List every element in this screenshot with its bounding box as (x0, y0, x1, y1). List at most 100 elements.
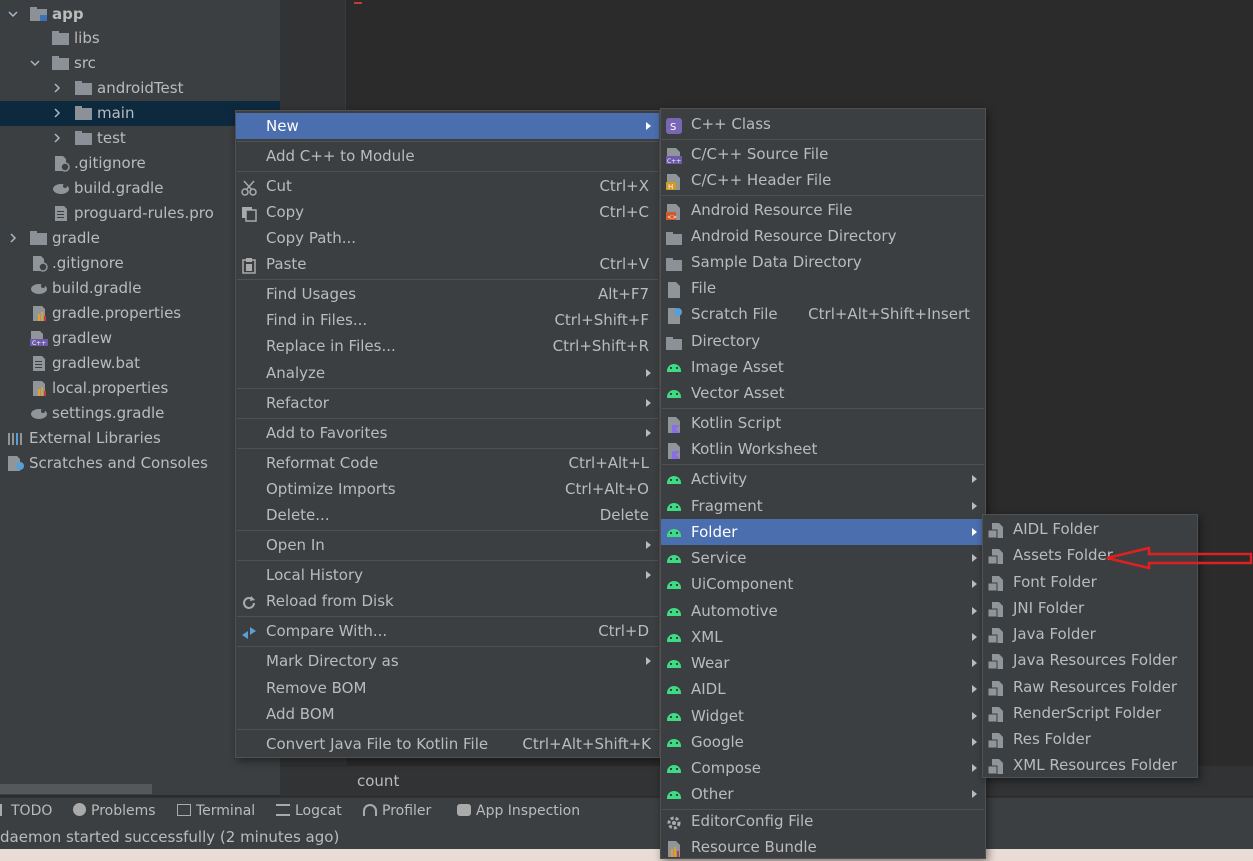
menu-item-vector-asset[interactable]: Vector Asset (661, 380, 985, 406)
menu-label: Remove BOM (266, 679, 367, 697)
menu-item-open-in[interactable]: Open In (236, 532, 659, 558)
menu-item-wear[interactable]: Wear (661, 650, 985, 676)
chevron-down-icon[interactable] (30, 58, 40, 68)
menu-item-other[interactable]: Other (661, 781, 985, 807)
menu-item-widget[interactable]: Widget (661, 703, 985, 729)
gradle-icon (52, 180, 70, 197)
submenu-arrow-icon (646, 571, 651, 579)
problems-tab[interactable]: Problems (73, 803, 156, 819)
tree-item-libs[interactable]: libs (0, 26, 280, 51)
menu-item-folder[interactable]: Folder (661, 519, 985, 545)
menu-item-refactor[interactable]: Refactor (236, 390, 659, 416)
menu-item-fragment[interactable]: Fragment (661, 493, 985, 519)
menu-item-res-folder[interactable]: Res Folder (983, 726, 1197, 752)
menu-item-scratch-file[interactable]: Scratch File Ctrl+Alt+Shift+Insert (661, 301, 985, 327)
menu-item-raw-resources-folder[interactable]: Raw Resources Folder (983, 674, 1197, 700)
menu-item-aidl[interactable]: AIDL (661, 676, 985, 702)
menu-shortcut: Ctrl+Shift+F (554, 311, 649, 329)
menu-label: AIDL (691, 680, 726, 698)
menu-item-remove-bom[interactable]: Remove BOM (236, 675, 659, 701)
terminal-tab[interactable]: Terminal (177, 803, 255, 819)
android-icon (666, 550, 682, 566)
menu-item-android-resource-file[interactable]: <> Android Resource File (661, 197, 985, 223)
menu-item-convert-to-kotlin[interactable]: Convert Java File to Kotlin File Ctrl+Alt… (236, 731, 659, 757)
menu-item-copy-path[interactable]: Copy Path... (236, 225, 659, 251)
menu-item-optimize-imports[interactable]: Optimize Imports Ctrl+Alt+O (236, 476, 659, 502)
horizontal-scrollbar[interactable] (0, 784, 152, 794)
menu-item-java-folder[interactable]: Java Folder (983, 621, 1197, 647)
kotlin-file-icon (666, 415, 682, 433)
menu-item-file[interactable]: File (661, 275, 985, 301)
menu-item-android-resource-directory[interactable]: Android Resource Directory (661, 223, 985, 249)
menu-item-xml-resources-folder[interactable]: XML Resources Folder (983, 752, 1197, 778)
menu-item-aidl-folder[interactable]: AIDL Folder (983, 516, 1197, 542)
menu-item-activity[interactable]: Activity (661, 466, 985, 492)
tree-label: gradle (52, 229, 100, 247)
chevron-right-icon[interactable] (52, 133, 62, 143)
menu-item-kotlin-script[interactable]: Kotlin Script (661, 410, 985, 436)
menu-item-xml[interactable]: XML (661, 624, 985, 650)
menu-item-reformat-code[interactable]: Reformat Code Ctrl+Alt+L (236, 450, 659, 476)
logcat-tab[interactable]: Logcat (276, 803, 342, 819)
gradle-icon (30, 280, 48, 297)
profiler-icon (363, 804, 377, 816)
menu-item-font-folder[interactable]: Font Folder (983, 569, 1197, 595)
menu-item-sample-data-directory[interactable]: Sample Data Directory (661, 249, 985, 275)
todo-tab[interactable]: TODO (0, 803, 52, 819)
app-inspection-tab[interactable]: App Inspection (457, 803, 580, 819)
chevron-right-icon[interactable] (8, 233, 18, 243)
menu-label: Analyze (266, 364, 326, 382)
menu-label: Sample Data Directory (691, 253, 862, 271)
submenu-arrow-icon (646, 657, 651, 665)
menu-label: Kotlin Worksheet (691, 440, 818, 458)
menu-item-cpp-header[interactable]: H C/C++ Header File (661, 167, 985, 193)
menu-item-service[interactable]: Service (661, 545, 985, 571)
breadcrumb-text[interactable]: count (357, 772, 399, 790)
menu-item-jni-folder[interactable]: JNI Folder (983, 595, 1197, 621)
menu-item-image-asset[interactable]: Image Asset (661, 354, 985, 380)
menu-item-compare-with[interactable]: Compare With... Ctrl+D (236, 618, 659, 644)
menu-item-java-resources-folder[interactable]: Java Resources Folder (983, 647, 1197, 673)
menu-item-local-history[interactable]: Local History (236, 562, 659, 588)
tree-item-src[interactable]: src (0, 51, 280, 76)
menu-item-add-bom[interactable]: Add BOM (236, 701, 659, 727)
menu-item-compose[interactable]: Compose (661, 755, 985, 781)
chevron-right-icon[interactable] (52, 108, 62, 118)
menu-item-find-usages[interactable]: Find Usages Alt+F7 (236, 281, 659, 307)
menu-item-google[interactable]: Google (661, 729, 985, 755)
menu-separator (662, 408, 984, 409)
tree-item-app[interactable]: app (0, 2, 280, 27)
menu-item-analyze[interactable]: Analyze (236, 360, 659, 386)
menu-item-add-to-favorites[interactable]: Add to Favorites (236, 420, 659, 446)
tree-item-androidtest[interactable]: androidTest (0, 76, 280, 101)
menu-item-mark-directory[interactable]: Mark Directory as (236, 648, 659, 674)
menu-item-cpp-source[interactable]: C++ C/C++ Source File (661, 141, 985, 167)
menu-item-replace-in-files[interactable]: Replace in Files... Ctrl+Shift+R (236, 333, 659, 359)
menu-item-kotlin-worksheet[interactable]: Kotlin Worksheet (661, 436, 985, 462)
menu-item-find-in-files[interactable]: Find in Files... Ctrl+Shift+F (236, 307, 659, 333)
menu-item-add-cpp[interactable]: Add C++ to Module (236, 143, 659, 169)
menu-item-reload-from-disk[interactable]: Reload from Disk (236, 588, 659, 614)
chevron-right-icon[interactable] (52, 83, 62, 93)
menu-item-cpp-class[interactable]: S C++ Class (661, 111, 985, 137)
cpp-header-file-icon: H (666, 172, 682, 191)
menu-item-copy[interactable]: Copy Ctrl+C (236, 199, 659, 225)
submenu-arrow-icon (972, 764, 977, 772)
chevron-down-icon[interactable] (8, 9, 18, 19)
menu-item-new[interactable]: New (236, 113, 659, 139)
menu-item-delete[interactable]: Delete... Delete (236, 502, 659, 528)
menu-label: AIDL Folder (1013, 520, 1099, 538)
menu-item-directory[interactable]: Directory (661, 328, 985, 354)
menu-label: Refactor (266, 394, 329, 412)
menu-item-paste[interactable]: Paste Ctrl+V (236, 251, 659, 277)
profiler-tab[interactable]: Profiler (363, 803, 431, 819)
menu-item-cut[interactable]: Cut Ctrl+X (236, 173, 659, 199)
menu-item-renderscript-folder[interactable]: RenderScript Folder (983, 700, 1197, 726)
menu-item-uicomponent[interactable]: UiComponent (661, 571, 985, 597)
folder-icon (52, 55, 70, 72)
tool-window-bar: TODO Problems Terminal Logcat Profiler A… (0, 797, 1253, 825)
menu-item-automotive[interactable]: Automotive (661, 598, 985, 624)
menu-label: Reload from Disk (266, 592, 394, 610)
menu-item-editorconfig[interactable]: EditorConfig File (661, 808, 985, 834)
menu-item-resource-bundle[interactable]: Resource Bundle (661, 834, 985, 860)
